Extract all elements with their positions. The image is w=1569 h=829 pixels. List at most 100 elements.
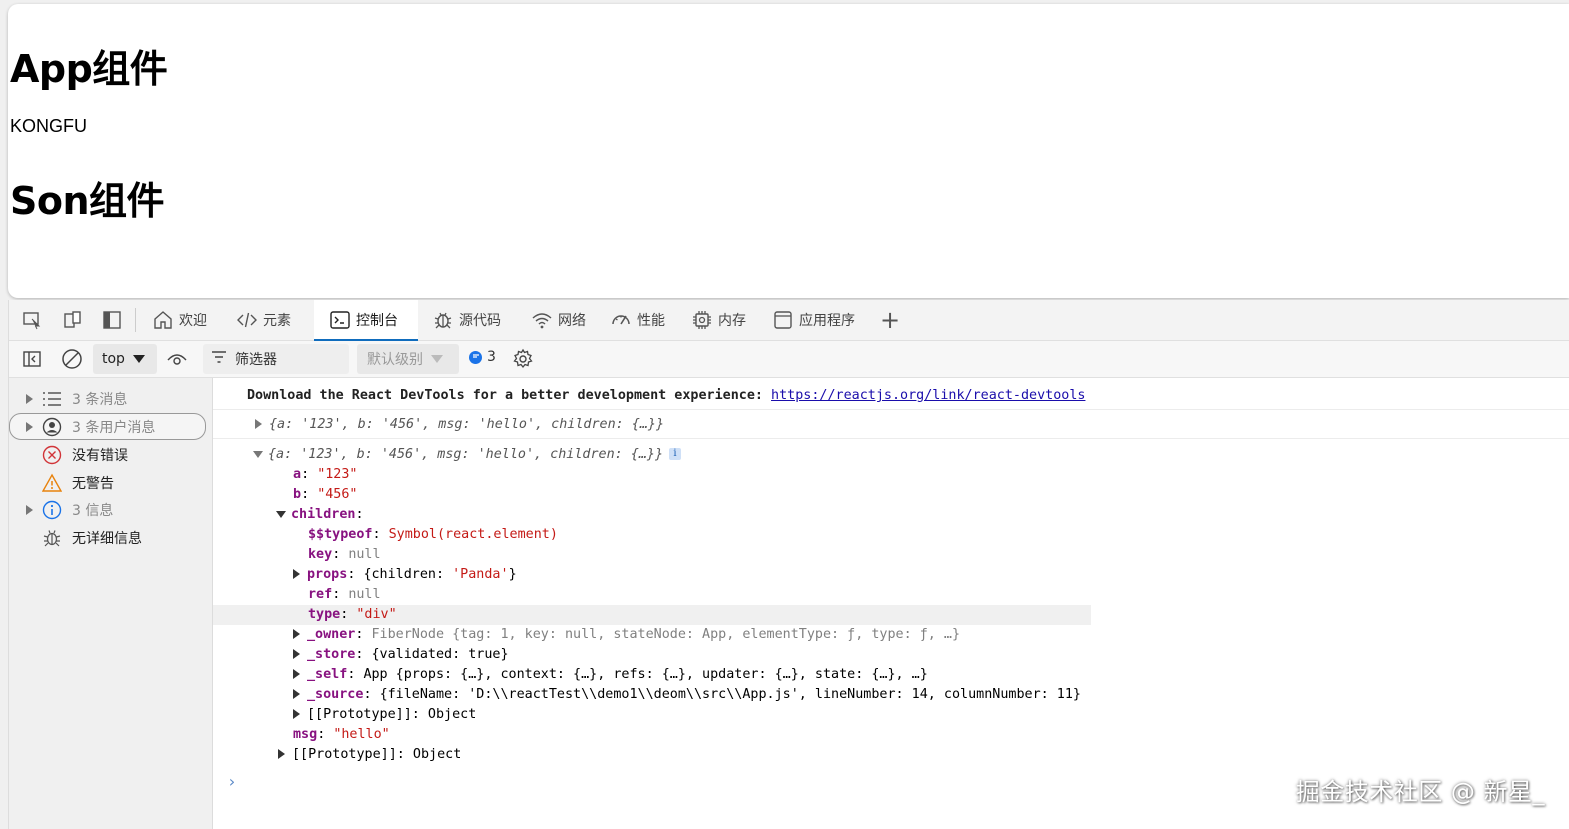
tab-sources-label: 源代码 [459,313,501,329]
console-sidebar: 3 条消息 3 条用户消息 没有错误 无警告 3 信息 无详细信息 [9,378,213,829]
tab-application-label: 应用程序 [799,313,855,329]
sidebar-item-errors[interactable]: 没有错误 [9,442,206,468]
console-output: Download the React DevTools for a better… [213,378,1569,829]
sidebar-item-messages[interactable]: 3 条消息 [9,386,206,412]
log-level-dropdown[interactable]: 默认级别 [357,344,459,374]
prop-ref: ref: null [308,587,381,602]
message-separator [213,438,1569,439]
expand-arrow-icon [293,709,300,719]
user-icon [41,416,63,438]
prop-store[interactable]: _store: {validated: true} [293,645,509,665]
expand-arrow-icon [26,505,33,515]
filter-placeholder: 筛选器 [235,352,277,368]
tab-console[interactable]: 控制台 [314,300,418,341]
sidebar-toggle-icon[interactable] [20,347,44,371]
collapse-arrow-icon [253,450,263,458]
sidebar-item-warnings[interactable]: 无警告 [9,470,206,496]
issues-counter[interactable]: 3 [469,349,496,365]
sidebar-item-verbose[interactable]: 无详细信息 [9,525,206,551]
prop-children[interactable]: children: [276,505,364,525]
prop-self[interactable]: _self: App {props: {…}, context: {…}, re… [293,665,928,685]
clear-console-icon[interactable] [60,347,84,371]
tab-application[interactable]: 应用程序 [771,300,855,340]
chevron-down-icon [132,355,145,363]
prop-type: type: "div" [308,607,397,622]
error-icon [41,444,63,466]
tab-memory[interactable]: 内存 [690,300,746,340]
watermark: 掘金技术社区 @ 新星_ [1295,778,1545,806]
prop-owner[interactable]: _owner: FiberNode {tag: 1, key: null, st… [293,625,960,645]
context-selector[interactable]: top [93,344,157,374]
prop-prototype-outer[interactable]: [[Prototype]]: Object [278,745,461,765]
chevron-down-icon [431,355,443,363]
react-devtools-link[interactable]: https://reactjs.org/link/react-devtools [771,388,1085,403]
tab-elements-label: 元素 [263,313,291,329]
object-preview: {a: '123', b: '456', msg: 'hello', child… [269,417,665,432]
tab-console-label: 控制台 [356,313,398,329]
sidebar-item-label: 没有错误 [72,448,128,464]
add-tab-button[interactable]: + [880,300,900,340]
prop-b: b: "456" [293,487,358,502]
collapse-arrow-icon [276,510,286,518]
sidebar-item-info[interactable]: 3 信息 [9,497,206,523]
info-badge-icon[interactable]: i [669,448,682,460]
sidebar-item-label: 3 条用户消息 [72,419,156,436]
expand-arrow-icon [26,394,33,404]
devtools-message-text: Download the React DevTools for a better… [247,388,772,403]
log-level-label: 默认级别 [367,352,423,368]
sidebar-item-label: 3 条消息 [72,392,128,408]
tab-elements[interactable]: 元素 [235,300,291,340]
warning-icon [41,472,63,494]
expand-arrow-icon [255,419,262,429]
prop-typeof: $$typeof: Symbol(react.element) [308,527,558,542]
tab-sources[interactable]: 源代码 [431,300,501,340]
expand-arrow-icon [293,669,300,679]
console-settings-gear-icon[interactable] [511,347,535,371]
issues-count: 3 [487,349,496,365]
devtools-tabbar: 欢迎 元素 控制台 源代码 网络 性能 内存 应用程序 + [9,300,1569,341]
prop-props[interactable]: props: {children: 'Panda'} [293,565,517,585]
sidebar-item-label: 无详细信息 [72,531,142,547]
memory-chip-icon [690,308,714,332]
message-bubble-icon [469,350,482,364]
wifi-icon [530,308,554,332]
tab-welcome-label: 欢迎 [179,313,207,329]
tab-performance[interactable]: 性能 [609,300,665,340]
prop-prototype-inner[interactable]: [[Prototype]]: Object [293,705,476,725]
expand-arrow-icon [293,649,300,659]
list-icon [41,388,63,410]
devtools-panel: 欢迎 元素 控制台 源代码 网络 性能 内存 应用程序 + top 筛选器 默认… [8,300,1569,829]
sidebar-item-user-messages[interactable]: 3 条用户消息 [9,413,206,440]
message-separator [213,409,1569,410]
tab-network-label: 网络 [558,313,586,329]
console-object-collapsed[interactable]: {a: '123', b: '456', msg: 'hello', child… [255,415,664,435]
sidebar-item-label: 3 信息 [72,503,114,519]
device-emulation-icon[interactable] [60,308,84,332]
inspect-element-icon[interactable] [20,308,44,332]
dock-side-icon[interactable] [100,308,124,332]
prop-msg: msg: "hello" [293,727,390,742]
rendered-page: App组件 KONGFU Son组件 [8,4,1569,298]
console-toolbar: top 筛选器 默认级别 3 [9,341,1569,378]
expand-arrow-icon [293,629,300,639]
tab-separator [135,308,136,332]
app-heading: App组件 [10,47,168,91]
console-icon [328,308,352,332]
tab-network[interactable]: 网络 [530,300,586,340]
expand-arrow-icon [293,569,300,579]
application-icon [771,308,795,332]
console-object-expanded[interactable]: {a: '123', b: '456', msg: 'hello', child… [253,445,682,465]
expand-arrow-icon [278,749,285,759]
filter-icon [211,350,227,368]
tab-welcome[interactable]: 欢迎 [151,300,207,340]
bug-icon [431,308,455,332]
live-expression-eye-icon[interactable] [165,347,189,371]
console-prompt[interactable]: › [227,772,237,791]
filter-input[interactable]: 筛选器 [203,344,349,374]
prop-source[interactable]: _source: {fileName: 'D:\\reactTest\\demo… [293,685,1081,705]
object-preview: {a: '123', b: '456', msg: 'hello', child… [268,447,664,462]
code-icon [235,308,259,332]
home-icon [151,308,175,332]
prop-a: a: "123" [293,467,358,482]
bug-icon [41,527,63,549]
